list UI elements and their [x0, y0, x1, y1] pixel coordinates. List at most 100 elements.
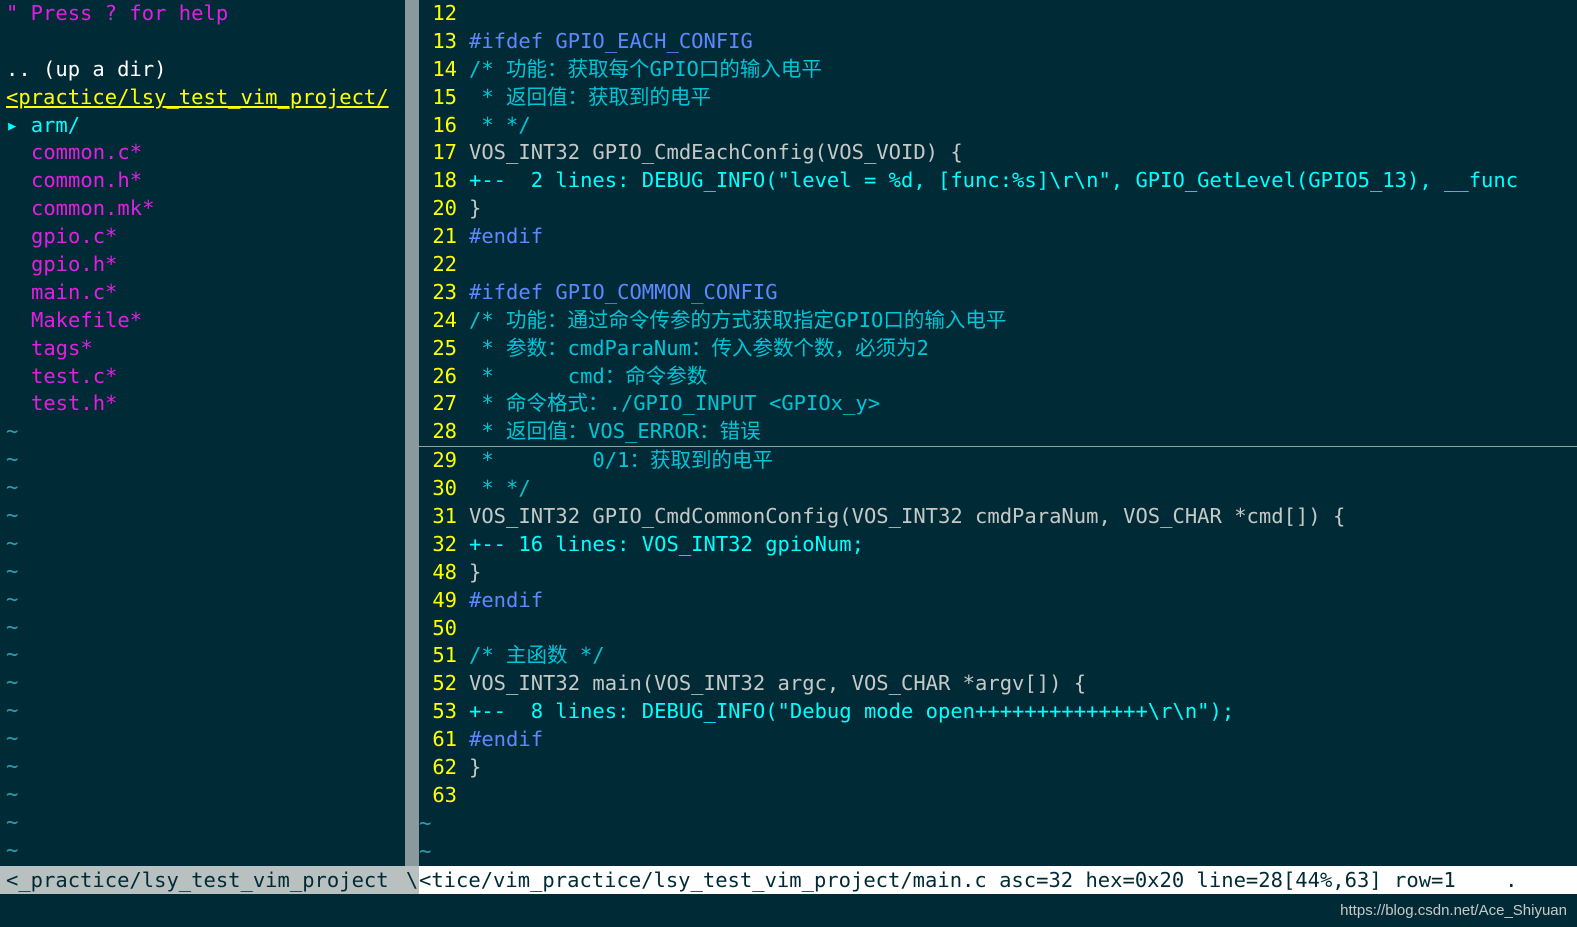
code-text: #endif — [469, 587, 544, 612]
vertical-split-divider[interactable] — [405, 0, 419, 866]
line-number: 63 — [432, 782, 457, 807]
code-line[interactable]: 51 /* 主函数 */ — [419, 642, 1577, 670]
line-number: 31 — [432, 504, 457, 529]
line-number: 20 — [432, 196, 457, 221]
line-number: 18 — [432, 168, 457, 193]
status-divider: \ — [405, 866, 419, 894]
code-area[interactable]: 12 13 #ifdef GPIO_EACH_CONFIG 14 /* 功能：获取每个G… — [419, 0, 1577, 810]
tilde-marker: ~ — [6, 837, 19, 862]
code-line[interactable]: 21 #endif — [419, 223, 1577, 251]
file-entry[interactable]: test.c* — [0, 363, 405, 391]
code-line[interactable]: 29 * 0/1：获取到的电平 — [419, 447, 1577, 475]
code-line[interactable]: 52 VOS_INT32 main(VOS_INT32 argc, VOS_CHA… — [419, 670, 1577, 698]
line-number: 50 — [432, 615, 457, 640]
code-line[interactable]: 48} — [419, 559, 1577, 587]
code-text: * 返回值：获取到的电平 — [469, 84, 712, 109]
folder-arrow-icon: ▸ — [6, 112, 19, 137]
dir-name: arm/ — [30, 112, 81, 137]
file-entry[interactable]: common.mk* — [0, 195, 405, 223]
tilde-marker: ~ — [6, 614, 19, 639]
code-line[interactable]: 20} — [419, 195, 1577, 223]
tilde-marker: ~ — [6, 781, 19, 806]
code-line[interactable]: 28 * 返回值：VOS_ERROR：错误 — [419, 418, 1577, 448]
code-text: #ifdef GPIO_COMMON_CONFIG — [469, 279, 778, 304]
tilde-marker: ~ — [6, 530, 19, 555]
code-text: VOS_INT32 main(VOS_INT32 argc, VOS_CHAR … — [469, 671, 1087, 696]
code-text: VOS_INT32 GPIO_CmdEachConfig(VOS_VOID) { — [469, 140, 963, 165]
code-line[interactable]: 50 — [419, 615, 1577, 643]
code-line[interactable]: 31 VOS_INT32 GPIO_CmdCommonConfig(VOS_INT… — [419, 503, 1577, 531]
code-text: * 参数：cmdParaNum：传入参数个数，必须为2 — [469, 335, 929, 360]
code-text: * 命令格式：./GPIO_INPUT <GPIOx_y> — [469, 391, 881, 416]
code-line[interactable]: 26 * cmd：命令参数 — [419, 363, 1577, 391]
line-number: 32 — [432, 531, 457, 556]
tilde-marker: ~ — [6, 642, 19, 667]
dir-entry-arm[interactable]: ▸ arm/ — [0, 112, 405, 140]
empty-line-markers: ~ ~ ~ ~ ~ ~ ~ ~ ~ ~ ~ ~ ~ ~ ~ ~ — [0, 418, 405, 864]
status-right-info: <tice/vim_practice/lsy_test_vim_project/… — [419, 866, 1577, 894]
code-line[interactable]: 16 * */ — [419, 112, 1577, 140]
code-text: * */ — [469, 476, 531, 501]
code-line[interactable]: 14 /* 功能：获取每个GPIO口的输入电平 — [419, 56, 1577, 84]
line-number: 49 — [432, 587, 457, 612]
line-number: 26 — [432, 363, 457, 388]
file-list: common.c* common.h* common.mk* gpio.c* gpio.… — [0, 139, 405, 418]
code-line[interactable]: 23 #ifdef GPIO_COMMON_CONFIG — [419, 279, 1577, 307]
current-directory: <practice/lsy_test_vim_project/ — [6, 84, 389, 109]
code-line[interactable]: 12 — [419, 0, 1577, 28]
code-line[interactable]: 17 VOS_INT32 GPIO_CmdEachConfig(VOS_VOID)… — [419, 139, 1577, 167]
code-text: +-- 16 lines: VOS_INT32 gpioNum; — [469, 531, 864, 556]
line-number: 51 — [432, 643, 457, 668]
code-text: * 返回值：VOS_ERROR：错误 — [469, 419, 761, 444]
file-entry[interactable]: tags* — [0, 335, 405, 363]
code-text: * 0/1：获取到的电平 — [469, 448, 773, 473]
code-line[interactable]: 18 +-- 2 lines: DEBUG_INFO("level = %d, [… — [419, 167, 1577, 195]
file-entry[interactable]: Makefile* — [0, 307, 405, 335]
line-number: 16 — [432, 112, 457, 137]
tilde-marker: ~ — [6, 670, 19, 695]
tilde-marker: ~ — [6, 503, 19, 528]
status-left-path: <_practice/lsy_test_vim_project — [0, 866, 405, 894]
tilde-marker: ~ — [6, 809, 19, 834]
code-line[interactable]: 22 — [419, 251, 1577, 279]
tilde-marker: ~ — [6, 419, 19, 444]
line-number: 13 — [432, 28, 457, 53]
file-entry[interactable]: common.c* — [0, 139, 405, 167]
code-text: /* 功能：获取每个GPIO口的输入电平 — [469, 56, 822, 81]
up-dir-entry[interactable]: .. (up a dir) — [0, 56, 405, 84]
line-number: 62 — [432, 755, 457, 780]
line-number: 25 — [432, 335, 457, 360]
code-line[interactable]: 61 #endif — [419, 726, 1577, 754]
file-entry[interactable]: test.h* — [0, 390, 405, 418]
code-text: +-- 2 lines: DEBUG_INFO("level = %d, [fu… — [469, 168, 1519, 193]
line-number: 17 — [432, 140, 457, 165]
code-text: #endif — [469, 727, 544, 752]
file-entry[interactable]: gpio.h* — [0, 251, 405, 279]
code-line[interactable]: 30 * */ — [419, 475, 1577, 503]
file-entry[interactable]: main.c* — [0, 279, 405, 307]
code-line[interactable]: 49 #endif — [419, 587, 1577, 615]
netrw-file-explorer[interactable]: " Press ? for help .. (up a dir) <practi… — [0, 0, 405, 866]
file-entry[interactable]: common.h* — [0, 167, 405, 195]
editor-pane[interactable]: 12 13 #ifdef GPIO_EACH_CONFIG 14 /* 功能：获取每个G… — [419, 0, 1577, 866]
code-line[interactable]: 63 — [419, 782, 1577, 810]
code-text: } — [469, 755, 482, 780]
code-line[interactable]: 27 * 命令格式：./GPIO_INPUT <GPIOx_y> — [419, 390, 1577, 418]
code-line[interactable]: 53 +-- 8 lines: DEBUG_INFO("Debug mode op… — [419, 698, 1577, 726]
code-line[interactable]: 62} — [419, 754, 1577, 782]
status-bar: <_practice/lsy_test_vim_project \ <tice/… — [0, 866, 1577, 894]
code-text: #ifdef GPIO_EACH_CONFIG — [469, 28, 753, 53]
code-line[interactable]: 32 +-- 16 lines: VOS_INT32 gpioNum; — [419, 531, 1577, 559]
line-number: 14 — [432, 56, 457, 81]
code-line[interactable]: 15 * 返回值：获取到的电平 — [419, 84, 1577, 112]
code-line[interactable]: 13 #ifdef GPIO_EACH_CONFIG — [419, 28, 1577, 56]
code-line[interactable]: 25 * 参数：cmdParaNum：传入参数个数，必须为2 — [419, 335, 1577, 363]
line-number: 12 — [432, 1, 457, 25]
code-text: * cmd：命令参数 — [469, 363, 708, 388]
empty-line-markers: ~ ~ — [419, 810, 1577, 866]
file-entry[interactable]: gpio.c* — [0, 223, 405, 251]
watermark: https://blog.csdn.net/Ace_Shiyuan — [1340, 902, 1567, 919]
line-number: 22 — [432, 252, 457, 277]
code-line[interactable]: 24 /* 功能：通过命令传参的方式获取指定GPIO口的输入电平 — [419, 307, 1577, 335]
